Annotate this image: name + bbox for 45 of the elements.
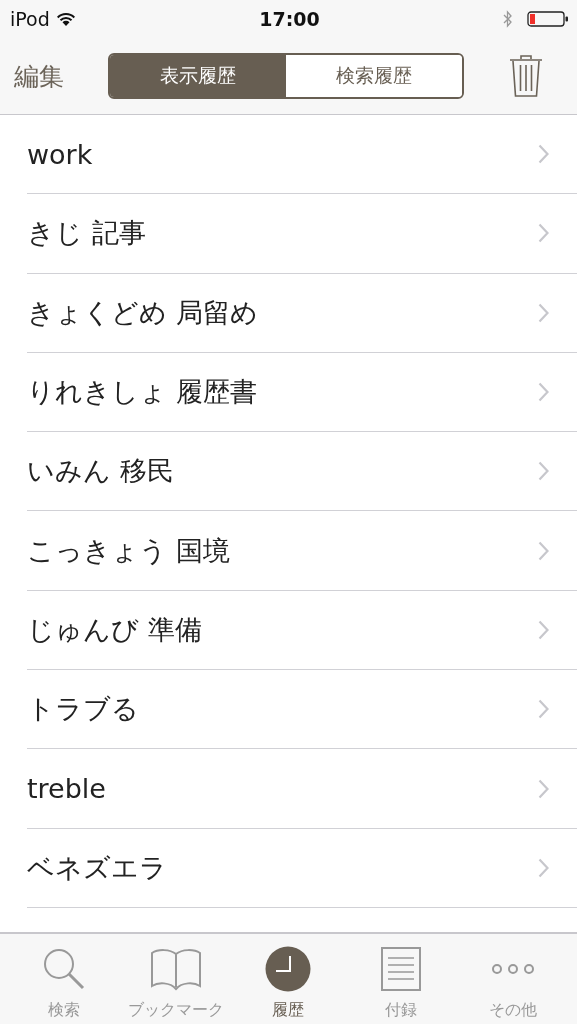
chevron-icon bbox=[538, 382, 549, 403]
bluetooth-icon bbox=[503, 10, 513, 28]
history-row[interactable]: きじ 記事 bbox=[27, 194, 577, 274]
history-row[interactable]: treble bbox=[27, 749, 577, 829]
chevron-icon bbox=[538, 699, 549, 720]
history-entry: じゅんび 準備 bbox=[27, 612, 202, 647]
history-entry: work bbox=[27, 138, 93, 170]
chevron-icon bbox=[538, 540, 549, 561]
history-entry: りれきしょ 履歴書 bbox=[27, 375, 257, 410]
clock-time: 17:00 bbox=[259, 8, 320, 30]
chevron-icon bbox=[538, 302, 549, 323]
battery-icon bbox=[527, 10, 569, 28]
search-icon bbox=[42, 947, 87, 991]
clock-icon bbox=[265, 946, 312, 992]
history-entry: こっきょう 国境 bbox=[27, 533, 230, 568]
history-row[interactable]: りれきしょ 履歴書 bbox=[27, 352, 577, 433]
history-entry: いみん 移民 bbox=[27, 454, 174, 489]
tab-bar-item[interactable]: 履歴 bbox=[233, 934, 344, 1024]
history-entry: きじ 記事 bbox=[27, 216, 146, 251]
history-row[interactable]: work bbox=[27, 115, 577, 195]
book-icon bbox=[150, 947, 203, 991]
segment-tab[interactable]: 表示履歴 bbox=[110, 55, 286, 97]
history-row[interactable]: こっきょう 国境 bbox=[27, 511, 577, 591]
more-icon bbox=[490, 963, 535, 975]
chevron-icon bbox=[538, 857, 549, 878]
chevron-icon bbox=[538, 144, 549, 165]
chevron-icon bbox=[538, 619, 549, 640]
segment-tab[interactable]: 検索履歴 bbox=[286, 55, 462, 97]
history-row[interactable]: いみん 移民 bbox=[27, 432, 577, 512]
trash-icon[interactable] bbox=[509, 54, 543, 98]
wifi-icon bbox=[55, 11, 76, 27]
edit-button[interactable]: 編集 bbox=[14, 59, 74, 93]
carrier-label: iPod bbox=[10, 8, 50, 30]
history-entry: きょくどめ 局留め bbox=[27, 295, 258, 330]
chevron-icon bbox=[538, 223, 549, 244]
document-icon bbox=[380, 947, 421, 991]
history-entry: treble bbox=[27, 773, 106, 804]
history-row[interactable]: じゅんび 準備 bbox=[27, 590, 577, 671]
chevron-icon bbox=[538, 778, 549, 799]
chevron-icon bbox=[538, 461, 549, 482]
history-row[interactable]: ベネズエラ bbox=[27, 828, 577, 908]
history-entry: トラブる bbox=[27, 692, 139, 727]
history-entry: ベネズエラ bbox=[27, 850, 167, 885]
history-row[interactable]: きょくどめ 局留め bbox=[27, 273, 577, 353]
history-row[interactable]: トラブる bbox=[27, 670, 577, 750]
